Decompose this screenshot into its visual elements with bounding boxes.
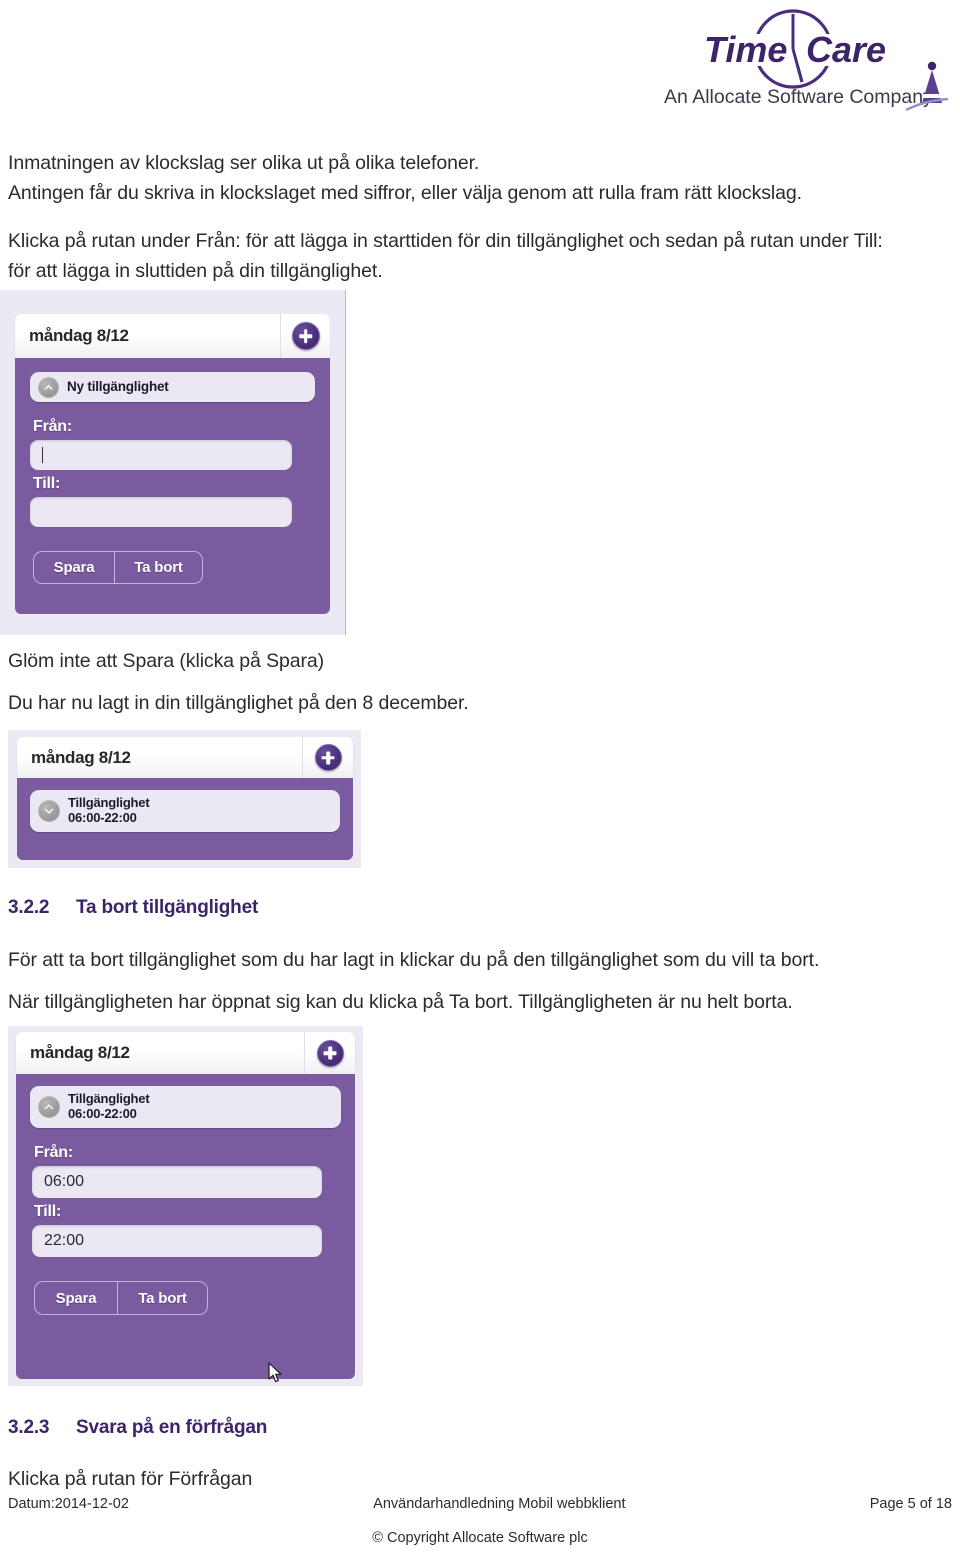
from-input[interactable]: 06:00 — [32, 1166, 322, 1198]
to-input[interactable]: 22:00 — [32, 1225, 322, 1257]
paragraph-1-line-1: Inmatningen av klockslag ser olika ut på… — [8, 152, 480, 174]
heading-3-2-2: 3.2.2 Ta bort tillgänglighet — [8, 897, 258, 919]
delete-button[interactable]: Ta bort — [117, 1282, 207, 1314]
action-button-group: Spara Ta bort — [33, 551, 203, 584]
screenshot-delete-availability: måndag 8/12 Tillgänglighet 06:00-22:00 F… — [8, 1026, 363, 1386]
chevron-up-icon[interactable] — [38, 1096, 60, 1118]
day-label: måndag 8/12 — [29, 326, 129, 345]
heading-3-2-3-text: Svara på en förfrågan — [76, 1417, 268, 1438]
availability-title: Tillgänglighet — [68, 1091, 150, 1107]
footer-copyright: © Copyright Allocate Software plc — [372, 1530, 588, 1546]
plus-icon[interactable] — [314, 744, 342, 771]
heading-3-2-2-number: 3.2.2 — [8, 897, 50, 918]
action-button-group: Spara Ta bort — [34, 1281, 208, 1315]
heading-3-2-3-number: 3.2.3 — [8, 1417, 50, 1438]
brand-logo: Time Care An Allocate Software Company — [660, 8, 950, 118]
paragraph-4: Du har nu lagt in din tillgänglighet på … — [8, 692, 469, 714]
to-label: Till: — [34, 1203, 62, 1220]
day-header-bar[interactable]: måndag 8/12 — [16, 1032, 355, 1074]
day-header-bar[interactable]: måndag 8/12 — [15, 314, 330, 358]
page-footer: Datum:2014-12-02 Användarhandledning Mob… — [8, 1496, 952, 1546]
paragraph-6: När tillgängligheten har öppnat sig kan … — [8, 991, 793, 1013]
availability-time: 06:00-22:00 — [68, 810, 137, 825]
paragraph-1-line-2: Antingen får du skriva in klockslaget me… — [8, 182, 802, 204]
paragraph-7: Klicka på rutan för Förfrågan — [8, 1468, 253, 1490]
heading-3-2-2-text: Ta bort tillgänglighet — [76, 897, 259, 918]
chevron-down-icon[interactable] — [38, 800, 60, 822]
footer-page-number: Page 5 of 18 — [869, 1496, 952, 1512]
availability-panel: Tillgänglighet 06:00-22:00 Från: 06:00 T… — [16, 1074, 355, 1383]
plus-icon[interactable] — [316, 1039, 344, 1067]
plus-icon[interactable] — [291, 322, 320, 350]
screenshot-new-availability: måndag 8/12 Ny tillgänglighet Från: Till… — [0, 290, 346, 635]
availability-time: 06:00-22:00 — [68, 1106, 137, 1121]
text-caret — [42, 447, 43, 463]
delete-instructions-block: För att ta bort tillgänglighet som du ha… — [8, 945, 952, 1017]
paragraph-2-line-1: Klicka på rutan under Från: för att lägg… — [8, 230, 883, 252]
save-button[interactable]: Spara — [34, 552, 114, 583]
day-header-bar[interactable]: måndag 8/12 — [17, 737, 353, 778]
screenshot-saved-availability: måndag 8/12 Tillgänglighet 06:00-22:00 — [8, 730, 361, 868]
to-label: Till: — [33, 475, 61, 492]
availability-panel: Ny tillgänglighet Från: Till: Spara Ta b… — [15, 358, 330, 614]
chevron-up-icon[interactable] — [38, 376, 59, 398]
from-label: Från: — [34, 1144, 74, 1161]
day-label: måndag 8/12 — [30, 1043, 130, 1062]
svg-text:Care: Care — [806, 29, 886, 70]
paragraph-5: För att ta bort tillgänglighet som du ha… — [8, 949, 820, 971]
logo-wordmark: Time — [704, 29, 787, 70]
intro-text-block: Inmatningen av klockslag ser olika ut på… — [8, 148, 952, 286]
mouse-pointer-icon — [268, 1362, 284, 1389]
availability-row[interactable]: Tillgänglighet 06:00-22:00 — [30, 1086, 341, 1128]
from-value: 06:00 — [44, 1173, 85, 1190]
from-label: Från: — [33, 418, 73, 435]
save-button[interactable]: Spara — [35, 1282, 117, 1314]
footer-date: Datum:2014-12-02 — [8, 1496, 129, 1512]
from-input[interactable] — [30, 440, 292, 470]
to-value: 22:00 — [44, 1232, 85, 1249]
heading-3-2-3: 3.2.3 Svara på en förfrågan — [8, 1417, 267, 1439]
availability-row[interactable]: Tillgänglighet 06:00-22:00 — [30, 790, 340, 832]
delete-button[interactable]: Ta bort — [114, 552, 202, 583]
paragraph-2-line-2: för att lägga in sluttiden på din tillgä… — [8, 260, 383, 282]
availability-title: Tillgänglighet — [68, 795, 150, 811]
footer-doc-title: Användarhandledning Mobil webbklient — [373, 1496, 626, 1512]
day-label: måndag 8/12 — [31, 747, 131, 767]
save-reminder-text-block: Glöm inte att Spara (klicka på Spara) Du… — [8, 646, 952, 718]
availability-panel: Tillgänglighet 06:00-22:00 — [17, 778, 353, 860]
logo-tagline: An Allocate Software Company — [664, 86, 933, 108]
to-input[interactable] — [30, 497, 292, 527]
paragraph-3: Glöm inte att Spara (klicka på Spara) — [8, 650, 325, 672]
new-availability-row[interactable]: Ny tillgänglighet — [30, 372, 315, 402]
new-availability-label: Ny tillgänglighet — [67, 379, 169, 395]
